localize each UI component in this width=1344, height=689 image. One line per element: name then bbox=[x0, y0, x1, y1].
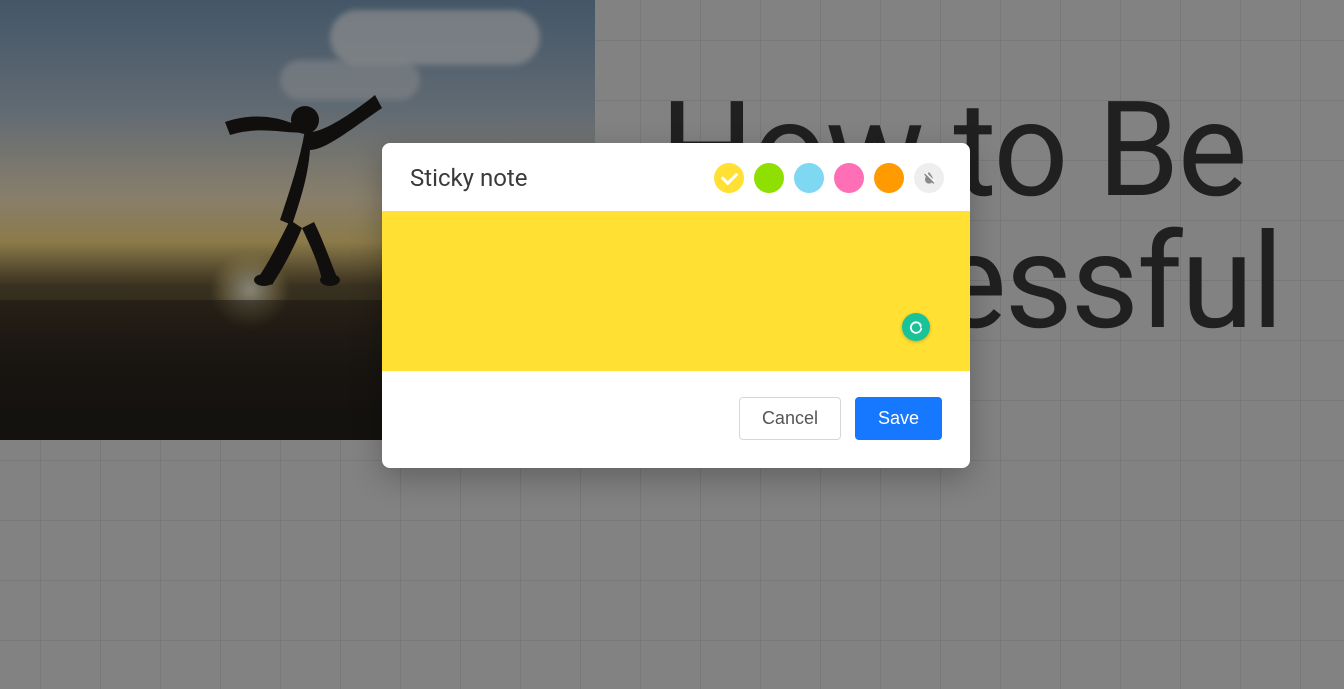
modal-title: Sticky note bbox=[410, 164, 528, 192]
note-textarea[interactable] bbox=[382, 211, 970, 371]
cancel-button[interactable]: Cancel bbox=[739, 397, 841, 440]
save-button[interactable]: Save bbox=[855, 397, 942, 440]
sticky-note-modal: Sticky note Cancel Sa bbox=[382, 143, 970, 468]
color-swatch-yellow[interactable] bbox=[714, 163, 744, 193]
color-swatch-orange[interactable] bbox=[874, 163, 904, 193]
no-color-icon bbox=[921, 170, 937, 186]
modal-header: Sticky note bbox=[382, 143, 970, 211]
color-swatch-pink[interactable] bbox=[834, 163, 864, 193]
color-swatch-green[interactable] bbox=[754, 163, 784, 193]
grammarly-icon[interactable] bbox=[902, 313, 930, 341]
color-swatch-none[interactable] bbox=[914, 163, 944, 193]
note-body bbox=[382, 211, 970, 371]
color-swatch-cyan[interactable] bbox=[794, 163, 824, 193]
modal-footer: Cancel Save bbox=[382, 371, 970, 468]
color-swatch-row bbox=[714, 163, 944, 193]
